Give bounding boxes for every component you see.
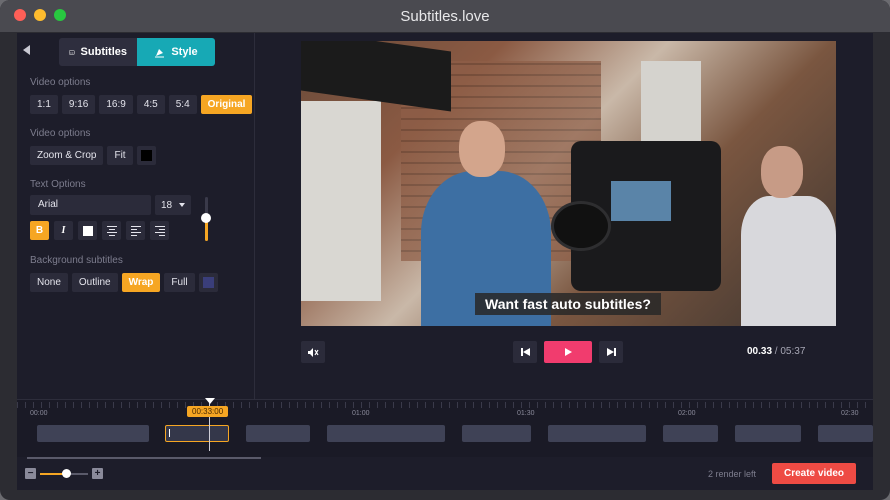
text-options-label: Text Options (30, 179, 86, 190)
italic-label: I (61, 225, 66, 236)
text-format-options: B I (30, 221, 169, 240)
background-wrap-button[interactable]: Wrap (121, 273, 161, 292)
timeline-tick: 01:30 (517, 410, 535, 417)
skip-forward-bar (613, 348, 616, 356)
tab-style[interactable]: Style (137, 38, 215, 66)
aspect-ratio-options: 1:1 9:16 16:9 4:5 5:4 Original (30, 95, 253, 114)
title-bar: Subtitles.love (0, 0, 890, 32)
style-panel: Subtitles Style Video options 1:1 9:16 1… (17, 33, 255, 399)
next-button[interactable] (599, 341, 623, 363)
aspect-5-4-button[interactable]: 5:4 (168, 95, 197, 114)
time-display: 00.33 / 05:37 (747, 346, 805, 357)
text-position-slider[interactable] (201, 197, 211, 241)
subtitle-clip[interactable] (37, 425, 149, 442)
subtitles-icon (69, 49, 75, 55)
mute-icon (308, 347, 319, 357)
window-title: Subtitles.love (400, 7, 490, 25)
aspect-4-5-button[interactable]: 4:5 (136, 95, 165, 114)
font-family-select[interactable]: Arial (30, 195, 151, 215)
maximize-window-button[interactable] (54, 9, 66, 21)
background-full-button[interactable]: Full (164, 273, 195, 292)
mute-button[interactable] (301, 341, 325, 363)
render-count: 2 render left (708, 469, 757, 479)
subtitle-clip[interactable] (327, 425, 445, 442)
font-size-select[interactable]: 18 (155, 195, 191, 215)
slider-handle[interactable] (201, 213, 211, 223)
previous-button[interactable] (513, 341, 537, 363)
background-subtitles-label: Background subtitles (30, 255, 123, 266)
zoom-in-button[interactable]: + (92, 468, 103, 479)
fit-button[interactable]: Fit (107, 146, 133, 165)
subtitle-clip[interactable] (663, 425, 718, 442)
video-preview[interactable]: Want fast auto subtitles? (301, 41, 836, 326)
create-video-button[interactable]: Create video (772, 463, 856, 484)
text-color-swatch[interactable] (78, 221, 97, 240)
zoom-slider-handle[interactable] (62, 469, 71, 478)
fit-options: Zoom & Crop Fit (30, 146, 156, 165)
minimize-window-button[interactable] (34, 9, 46, 21)
subtitle-overlay[interactable]: Want fast auto subtitles? (475, 293, 661, 315)
timeline-scrollbar[interactable] (27, 457, 261, 459)
timeline-ruler (17, 402, 873, 408)
tab-style-label: Style (171, 46, 198, 58)
timeline-tick: 01:00 (352, 410, 370, 417)
subtitle-clip[interactable] (818, 425, 873, 442)
play-icon (564, 348, 572, 356)
video-options-aspect-label: Video options (30, 77, 91, 88)
video-scene-window (301, 101, 381, 301)
aspect-9-16-button[interactable]: 9:16 (61, 95, 96, 114)
close-window-button[interactable] (14, 9, 26, 21)
skip-forward-icon (606, 348, 614, 356)
skip-back-icon (522, 348, 530, 356)
video-scene-guest (741, 136, 836, 326)
timeline-tick: 02:30 (841, 410, 859, 417)
tab-subtitles[interactable]: Subtitles (59, 38, 137, 66)
aspect-original-button[interactable]: Original (200, 95, 253, 114)
playhead-handle[interactable] (205, 398, 215, 404)
italic-button[interactable]: I (54, 221, 73, 240)
background-color-swatch[interactable] (198, 273, 218, 292)
tab-subtitles-label: Subtitles (80, 46, 127, 58)
video-options-fit-label: Video options (30, 128, 91, 139)
fit-background-color-swatch[interactable] (136, 146, 156, 165)
align-right-icon (154, 225, 165, 236)
style-icon (155, 48, 165, 57)
duration: 05:37 (780, 346, 806, 357)
play-button[interactable] (544, 341, 592, 363)
video-scene-camera (551, 141, 721, 291)
aspect-1-1-button[interactable]: 1:1 (30, 95, 58, 114)
panel-tabs: Subtitles Style (59, 38, 215, 66)
align-left-icon (130, 225, 141, 236)
subtitle-clip[interactable] (548, 425, 646, 442)
zoom-crop-button[interactable]: Zoom & Crop (30, 146, 104, 165)
timeline-tick: 02:00 (678, 410, 696, 417)
subtitle-clip[interactable] (246, 425, 310, 442)
align-center-icon (106, 225, 117, 236)
font-size-value: 18 (161, 199, 173, 211)
subtitle-clip-selected[interactable] (165, 425, 229, 442)
current-time: 00.33 (747, 346, 773, 357)
zoom-slider[interactable] (40, 469, 88, 478)
align-center-button[interactable] (102, 221, 121, 240)
chevron-down-icon (179, 203, 185, 207)
app-window: Subtitles.love Subtitles Style Video opt… (0, 0, 890, 500)
text-color-preview (82, 225, 93, 236)
timeline-tick: 00:00 (30, 410, 48, 417)
bold-button[interactable]: B (30, 221, 49, 240)
align-right-button[interactable] (150, 221, 169, 240)
align-left-button[interactable] (126, 221, 145, 240)
background-outline-button[interactable]: Outline (71, 273, 118, 292)
background-options: None Outline Wrap Full (30, 273, 218, 292)
app-content: Subtitles Style Video options 1:1 9:16 1… (17, 33, 873, 490)
aspect-16-9-button[interactable]: 16:9 (99, 95, 133, 114)
subtitle-clip[interactable] (462, 425, 531, 442)
collapse-panel-icon[interactable] (23, 45, 30, 55)
subtitle-clip[interactable] (735, 425, 801, 442)
zoom-out-button[interactable]: − (25, 468, 36, 479)
clip-cursor (169, 429, 170, 437)
background-none-button[interactable]: None (30, 273, 68, 292)
playhead-time-badge: 00:33:00 (187, 406, 229, 417)
